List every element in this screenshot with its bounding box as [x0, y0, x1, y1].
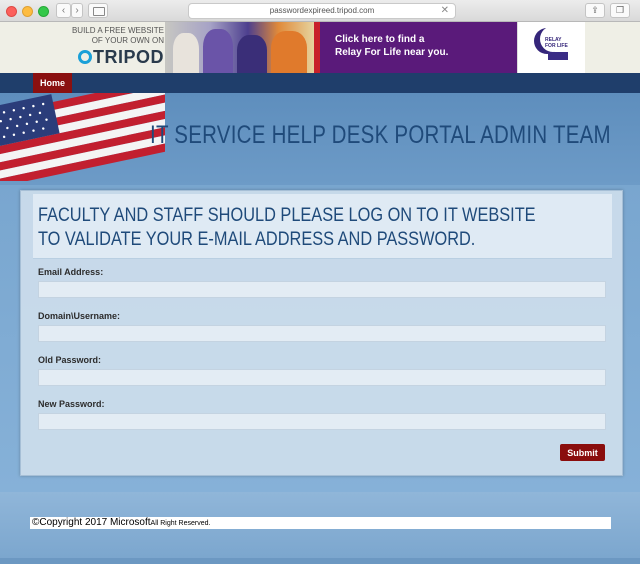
- relay-badge: [548, 52, 568, 60]
- zoom-window-button[interactable]: [38, 6, 49, 17]
- form-header: FACULTY AND STAFF SHOULD PLEASE LOG ON T…: [33, 194, 612, 259]
- username-field[interactable]: [38, 325, 606, 342]
- american-flag-icon: [0, 93, 165, 181]
- footer-strip: [0, 558, 640, 564]
- relay-cta-line2: Relay For Life near you.: [335, 47, 449, 58]
- main-content: FACULTY AND STAFF SHOULD PLEASE LOG ON T…: [0, 185, 640, 492]
- share-icon[interactable]: ⇪: [585, 3, 605, 18]
- tripod-ring-icon: [77, 50, 92, 64]
- email-field[interactable]: [38, 281, 606, 298]
- relay-logo-line2: FOR LIFE: [545, 43, 568, 49]
- ad-banner: BUILD A FREE WEBSITE OF YOUR OWN ON TRIP…: [0, 22, 640, 73]
- old-password-label: Old Password:: [38, 355, 102, 365]
- tabs-overview-icon[interactable]: ❐: [610, 3, 630, 18]
- sidebar-toggle-icon[interactable]: [88, 3, 108, 18]
- nav-home[interactable]: Home: [33, 73, 73, 93]
- new-password-label: New Password:: [38, 399, 105, 409]
- copyright-bar: ©Copyright 2017 MicrosoftAll Right Reser…: [30, 517, 611, 529]
- tripod-ad-line1: BUILD A FREE WEBSITE: [71, 26, 164, 35]
- site-nav: Home: [0, 73, 640, 93]
- minimize-window-button[interactable]: [22, 6, 33, 17]
- stop-loading-icon[interactable]: ✕: [441, 4, 449, 18]
- footer: ©Copyright 2017 MicrosoftAll Right Reser…: [0, 492, 640, 564]
- site-header: IT SERVICE HELP DESK PORTAL ADMIN TEAM: [0, 93, 640, 185]
- address-bar[interactable]: passwordexpireed.tripod.com ✕: [188, 3, 456, 19]
- rights-text: All Right Reserved.: [150, 520, 211, 527]
- url-text: passwordexpireed.tripod.com: [269, 6, 375, 15]
- new-password-field[interactable]: [38, 413, 606, 430]
- tripod-logo-text: TRIPOD: [92, 47, 164, 67]
- email-label: Email Address:: [38, 267, 104, 277]
- relay-for-life-logo[interactable]: RELAY FOR LIFE: [517, 22, 585, 73]
- tripod-logo: TRIPOD: [58, 46, 164, 68]
- close-window-button[interactable]: [6, 6, 17, 17]
- old-password-field[interactable]: [38, 369, 606, 386]
- login-form-panel: FACULTY AND STAFF SHOULD PLEASE LOG ON T…: [20, 190, 623, 476]
- browser-toolbar: ‹ › passwordexpireed.tripod.com ✕ ⇪ ❐: [0, 0, 640, 22]
- ad-photo[interactable]: [165, 22, 316, 73]
- forward-button[interactable]: ›: [71, 3, 83, 18]
- back-button[interactable]: ‹: [56, 3, 71, 18]
- copyright-text: ©Copyright 2017 Microsoft: [32, 517, 151, 528]
- username-label: Domain\Username:: [38, 311, 121, 321]
- relay-ad-cta[interactable]: Click here to find a Relay For Life near…: [320, 22, 517, 73]
- relay-cta-line1: Click here to find a: [335, 34, 425, 45]
- form-heading: FACULTY AND STAFF SHOULD PLEASE LOG ON T…: [38, 205, 536, 250]
- tripod-ad[interactable]: BUILD A FREE WEBSITE OF YOUR OWN ON TRIP…: [58, 26, 164, 70]
- site-title: IT SERVICE HELP DESK PORTAL ADMIN TEAM: [150, 121, 611, 149]
- tripod-ad-line2: OF YOUR OWN ON: [91, 36, 164, 45]
- submit-button[interactable]: Submit: [560, 444, 605, 461]
